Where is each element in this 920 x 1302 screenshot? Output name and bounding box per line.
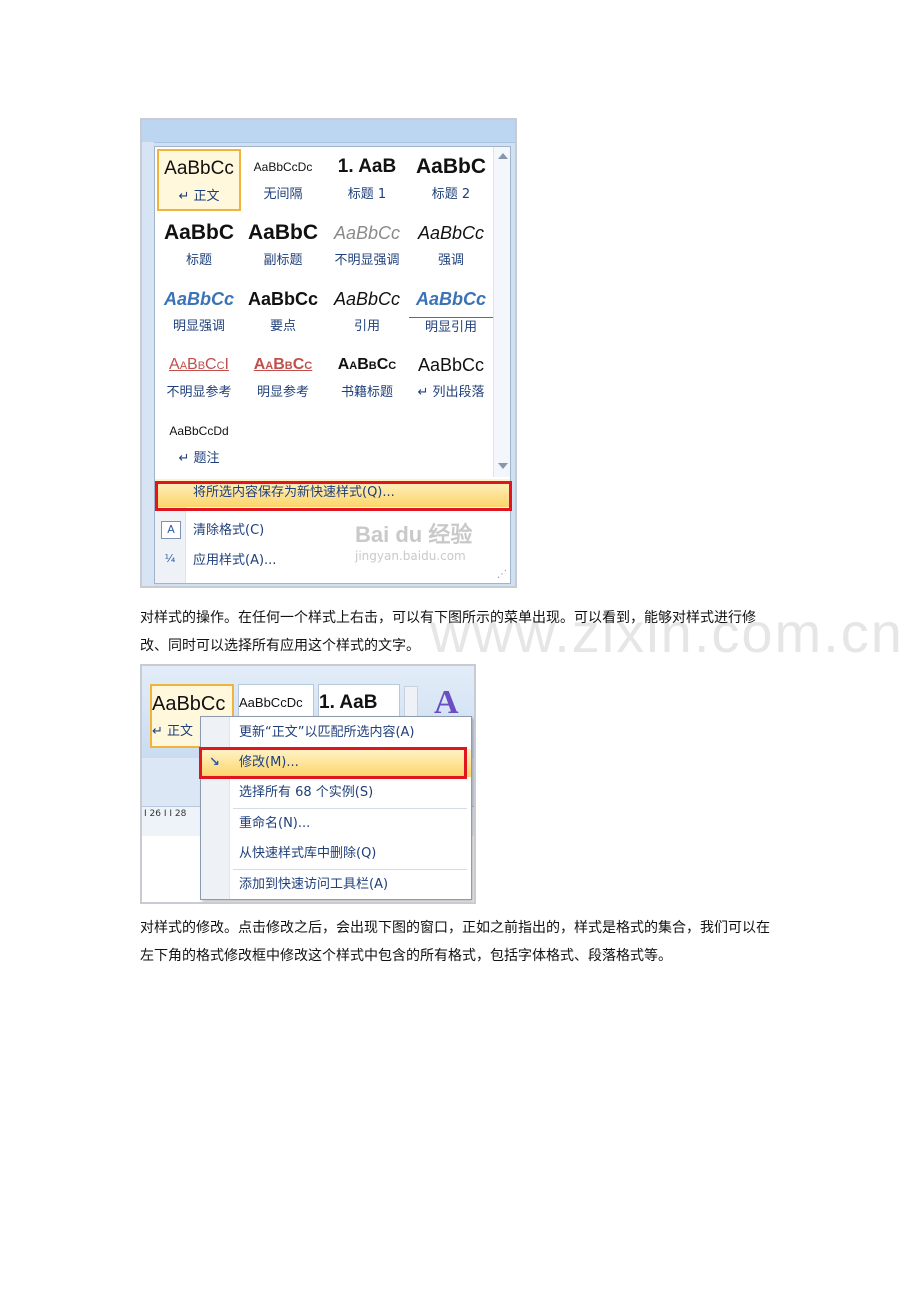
rename-style-item[interactable]: 重命名(N)... xyxy=(201,810,471,838)
resize-grip-icon[interactable]: ⋰ xyxy=(497,569,507,580)
style-label: 标题 2 xyxy=(431,187,471,202)
style-label: 副标题 xyxy=(263,253,303,268)
style-tile[interactable]: AaBbCc ↵ 列出段落 xyxy=(409,347,493,409)
paragraph-2: 对样式的修改。点击修改之后，会出现下图的窗口，正如之前指出的，样式是格式的集合，… xyxy=(140,920,770,964)
style-label: 要点 xyxy=(269,319,296,334)
style-label: 明显参考 xyxy=(256,385,309,400)
style-sample: AaBbCcDd xyxy=(169,424,229,438)
baidu-jingyan-logo: Bai du 经验 jingyan.baidu.com xyxy=(355,522,473,563)
add-to-quick-access-item[interactable]: 添加到快速访问工具栏(A) xyxy=(201,871,471,899)
style-tile[interactable]: AaBbCc 不明显强调 xyxy=(325,215,409,277)
style-tile[interactable]: AaBbCc 明显强调 xyxy=(157,281,241,343)
style-sample: AaBbCc xyxy=(409,281,493,318)
scroll-down-icon[interactable] xyxy=(498,463,508,469)
style-label: ↵ 题注 xyxy=(178,451,220,466)
style-label: 标题 1 xyxy=(347,187,387,202)
remove-from-gallery-item[interactable]: 从快速样式库中删除(Q) xyxy=(201,840,471,868)
style-label: 不明显强调 xyxy=(334,253,400,268)
update-style-item[interactable]: 更新“正文”以匹配所选内容(A) xyxy=(201,719,471,747)
style-tile[interactable]: AaBbCcDd ↵ 题注 xyxy=(157,413,241,475)
style-tile[interactable]: AaBbCcI 不明显参考 xyxy=(157,347,241,409)
style-tile[interactable]: AaBbCc 明显参考 xyxy=(241,347,325,409)
style-sample: AaBbCc xyxy=(333,223,401,243)
style-label: 书籍标题 xyxy=(340,385,393,400)
style-sample: AaBbCc xyxy=(333,289,401,309)
select-all-instances-item[interactable]: 选择所有 68 个实例(S) xyxy=(201,779,471,807)
style-sample: AaBbC xyxy=(415,155,486,178)
style-tile[interactable]: AaBbCc 引用 xyxy=(325,281,409,343)
style-sample: AaBbCc xyxy=(164,158,234,179)
style-label: 不明显参考 xyxy=(166,385,232,400)
style-label: 无间隔 xyxy=(263,187,303,202)
style-sample: AaBbCc xyxy=(417,355,485,375)
style-tile[interactable]: AaBbCc ↵ 正文 xyxy=(157,149,241,211)
style-sample: AaBbC xyxy=(163,221,234,244)
style-label: ↵ 正文 xyxy=(178,189,220,204)
style-sample: AaBbCcI xyxy=(169,356,229,373)
style-sample: AaBbCc xyxy=(163,289,234,309)
scroll-up-icon[interactable] xyxy=(498,153,508,159)
style-label: 明显强调 xyxy=(172,319,225,334)
style-label: 引用 xyxy=(353,319,380,334)
gallery-scrollbar[interactable] xyxy=(493,147,510,477)
styles-gallery-screenshot: AaBbCc ↵ 正文 AaBbCcDc 无间隔 1. AaB 标题 1 AaBbC 标题 2… xyxy=(140,118,517,588)
style-label: ↵ 列出段落 xyxy=(417,385,485,400)
style-sample: AaBbCc xyxy=(253,356,313,373)
highlight-frame xyxy=(199,747,467,779)
context-menu-screenshot: AaBbCc ↵ 正文 AaBbCcDc 1. AaB A I 26 I I 2… xyxy=(140,664,476,904)
style-label: 强调 xyxy=(437,253,464,268)
style-context-menu: 更新“正文”以匹配所选内容(A) ↘ 修改(M)... 选择所有 68 个实例(… xyxy=(199,716,472,900)
style-sample: AaBbCc xyxy=(247,289,318,309)
style-tile[interactable]: AaBbCc 强调 xyxy=(409,215,493,277)
style-sample: AaBbCc xyxy=(417,223,485,243)
style-sample: 1. AaB xyxy=(337,156,397,177)
style-sample: AaBbC xyxy=(247,221,318,244)
ribbon-strip xyxy=(142,120,515,143)
style-label: 标题 xyxy=(185,253,212,268)
quick-styles-gallery: AaBbCc ↵ 正文 AaBbCcDc 无间隔 1. AaB 标题 1 AaBbC 标题 2… xyxy=(154,146,512,584)
menu-separator xyxy=(233,869,467,870)
highlight-frame xyxy=(155,481,512,511)
menu-separator xyxy=(233,808,467,809)
paragraph-1: 对样式的操作。在任何一个样式上右击，可以有下图所示的菜单出现。可以看到，能够对样… xyxy=(140,610,756,654)
style-tile[interactable]: AaBbC 标题 xyxy=(157,215,241,277)
style-tile[interactable]: AaBbCc 书籍标题 xyxy=(325,347,409,409)
style-sample: AaBbCcDc xyxy=(253,160,313,174)
style-tile[interactable]: AaBbC 副标题 xyxy=(241,215,325,277)
document-edge xyxy=(142,142,154,586)
style-label: 明显引用 xyxy=(424,320,477,335)
style-tile[interactable]: AaBbCc 明显引用 xyxy=(409,281,493,343)
style-tile[interactable]: AaBbCcDc 无间隔 xyxy=(241,149,325,211)
style-tile[interactable]: 1. AaB 标题 1 xyxy=(325,149,409,211)
style-tile[interactable]: AaBbCc 要点 xyxy=(241,281,325,343)
style-sample: AaBbCc xyxy=(337,356,397,373)
style-tile[interactable]: AaBbC 标题 2 xyxy=(409,149,493,211)
